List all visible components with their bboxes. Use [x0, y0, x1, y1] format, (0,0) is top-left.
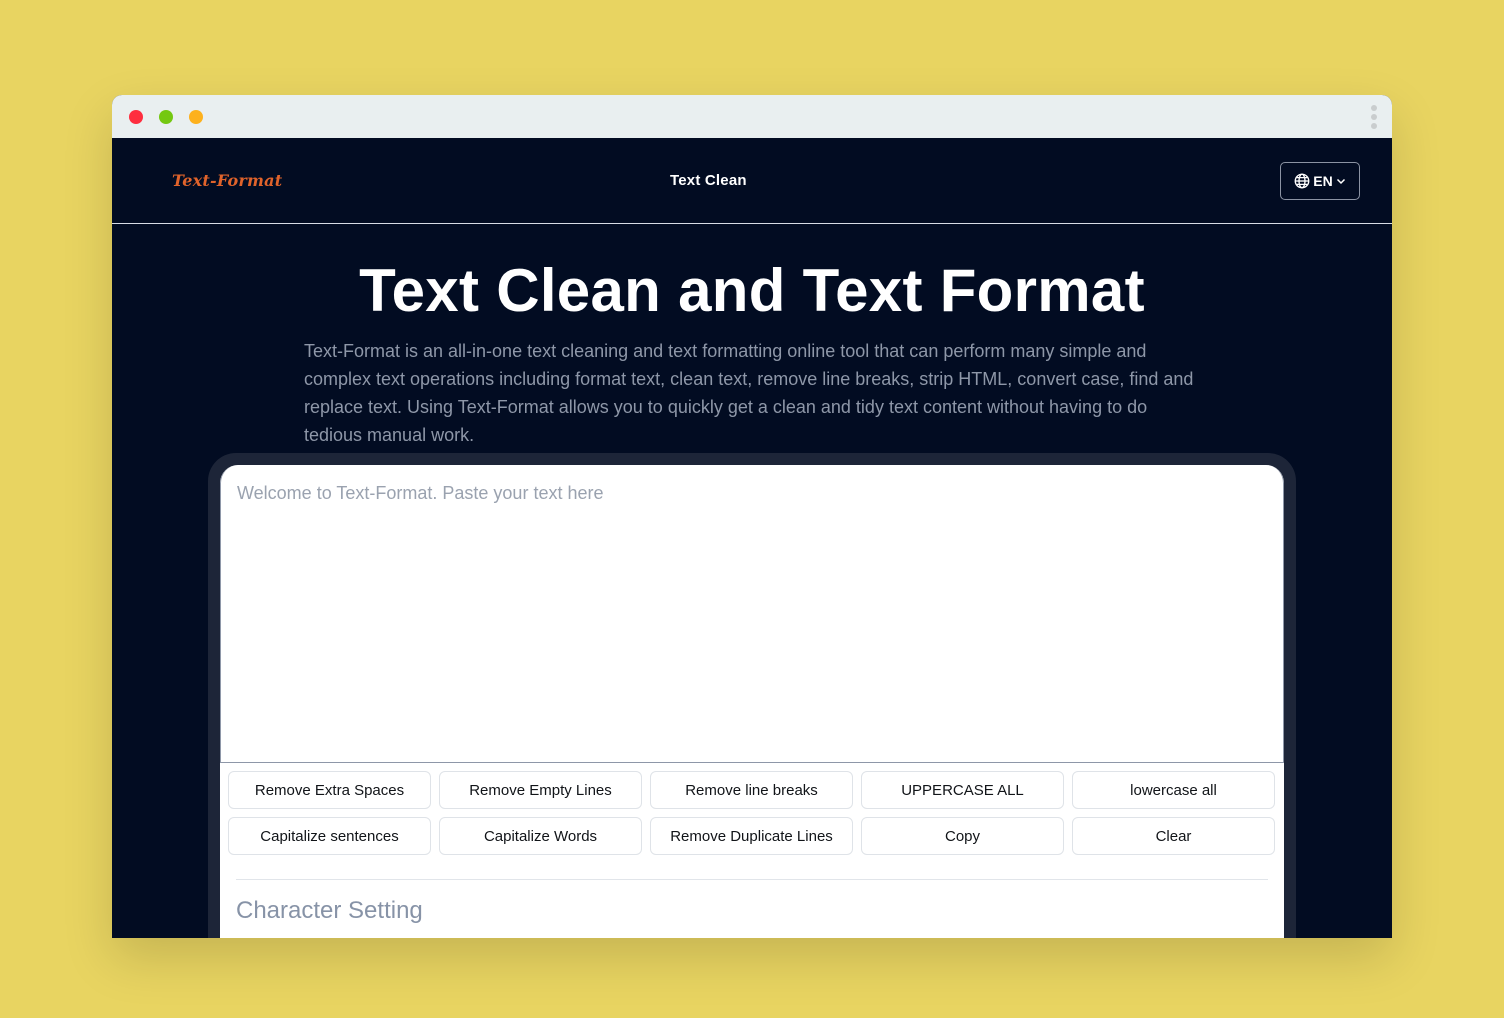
browser-window: Text-Format Text Clean EN Text Clean and…	[112, 95, 1392, 938]
site-header: Text-Format Text Clean EN	[112, 138, 1392, 224]
text-input-area[interactable]	[220, 465, 1284, 763]
remove-extra-spaces-button[interactable]: Remove Extra Spaces	[228, 771, 431, 809]
lowercase-all-button[interactable]: lowercase all	[1072, 771, 1275, 809]
minimize-window-dot[interactable]	[189, 110, 203, 124]
character-setting-heading: Character Setting	[236, 897, 423, 924]
language-label: EN	[1313, 173, 1333, 189]
capitalize-words-button[interactable]: Capitalize Words	[439, 817, 642, 855]
kebab-menu-icon[interactable]	[1370, 105, 1378, 129]
chevron-down-icon	[1336, 178, 1345, 185]
remove-empty-lines-button[interactable]: Remove Empty Lines	[439, 771, 642, 809]
page-title: Text Clean and Text Format	[359, 257, 1145, 324]
remove-duplicate-lines-button[interactable]: Remove Duplicate Lines	[650, 817, 853, 855]
section-divider	[236, 879, 1268, 880]
operation-buttons: Remove Extra Spaces Remove Empty Lines R…	[228, 771, 1276, 855]
language-selector-button[interactable]: EN	[1280, 162, 1360, 200]
globe-icon	[1294, 173, 1310, 189]
page-description: Text-Format is an all-in-one text cleani…	[304, 341, 1194, 445]
window-titlebar	[112, 95, 1392, 138]
capitalize-sentences-button[interactable]: Capitalize sentences	[228, 817, 431, 855]
site-logo[interactable]: Text-Format	[172, 171, 282, 190]
nav-link-text-clean[interactable]: Text Clean	[670, 172, 747, 189]
maximize-window-dot[interactable]	[159, 110, 173, 124]
clear-button[interactable]: Clear	[1072, 817, 1275, 855]
editor-card: Remove Extra Spaces Remove Empty Lines R…	[220, 465, 1284, 938]
copy-button[interactable]: Copy	[861, 817, 1064, 855]
uppercase-all-button[interactable]: UPPERCASE ALL	[861, 771, 1064, 809]
remove-line-breaks-button[interactable]: Remove line breaks	[650, 771, 853, 809]
close-window-dot[interactable]	[129, 110, 143, 124]
